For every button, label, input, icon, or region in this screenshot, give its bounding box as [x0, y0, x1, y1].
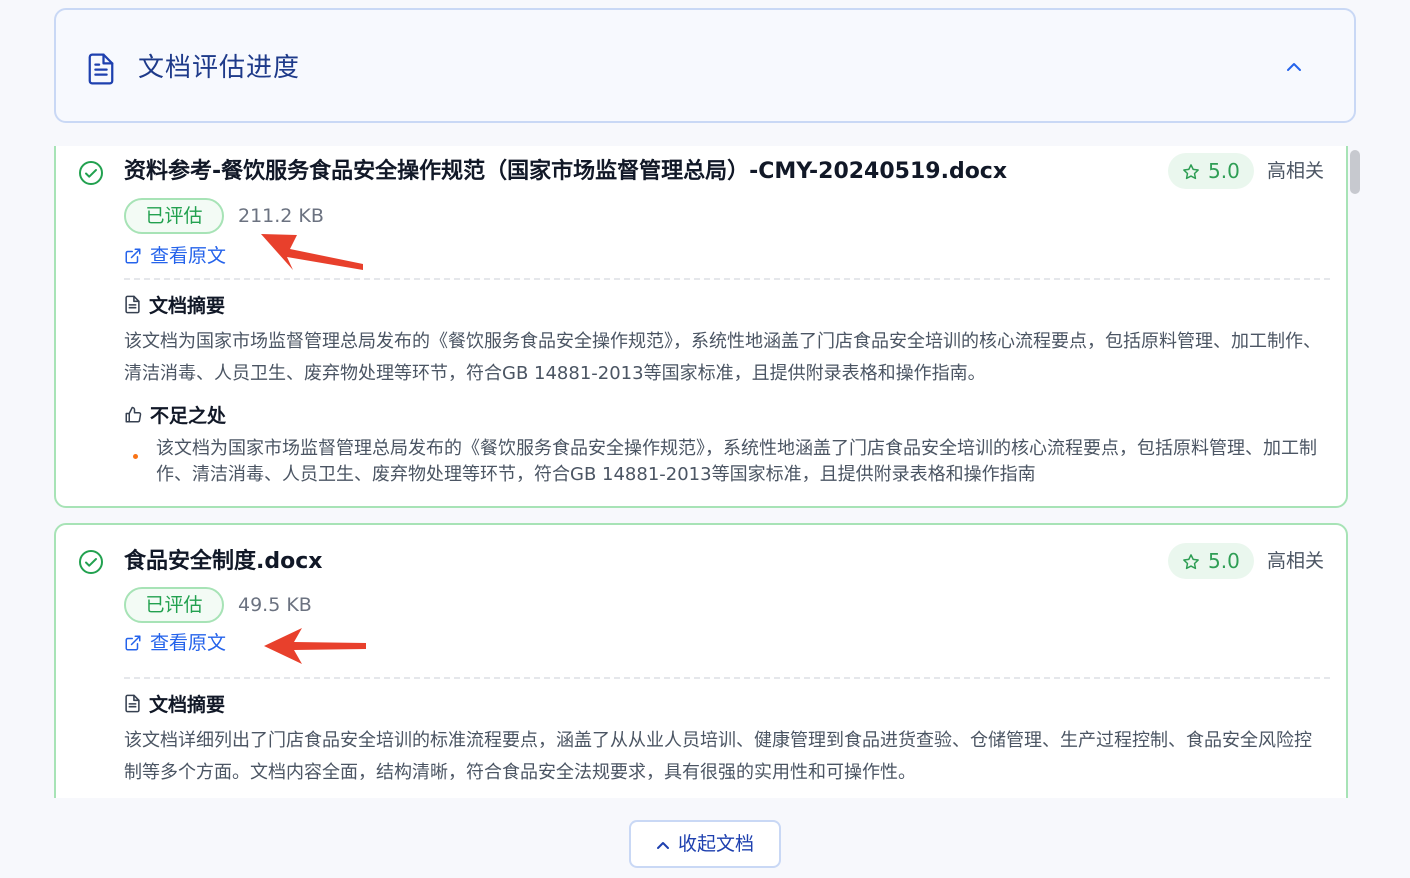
relevance-label: 高相关 — [1267, 160, 1325, 182]
annotation-arrow — [261, 234, 363, 270]
bullet-dot — [133, 454, 138, 459]
external-link-icon — [125, 248, 141, 264]
weakness-item: 该文档为国家市场监督管理总局发布的《餐饮服务食品安全操作规范》，系统性地涵盖了门… — [156, 438, 1317, 485]
summary-text: 该文档详细列出了门店食品安全培训的标准流程要点，涵盖了从从业人员培训、健康管理到… — [124, 730, 1312, 783]
view-original-link[interactable]: 查看原文 — [124, 629, 226, 657]
divider — [124, 278, 1330, 280]
check-circle-icon — [78, 549, 104, 579]
document-card: 资料参考-餐饮服务食品安全操作规范（国家市场监督管理总局）-CMY-202405… — [54, 146, 1348, 508]
score-value: 5.0 — [1208, 159, 1240, 183]
file-text-icon — [125, 694, 140, 713]
score-badge: 5.0 — [1168, 543, 1254, 579]
relevance-label: 高相关 — [1267, 550, 1325, 572]
collapse-documents-button[interactable]: 收起文档 — [629, 820, 781, 868]
page-title: 文档评估进度 — [138, 53, 301, 83]
status-badge: 已评估 — [124, 587, 224, 623]
document-card: 食品安全制度.docx 5.0 高相关 已评估 49.5 KB 查看原文 文档摘… — [54, 523, 1348, 798]
score-badge: 5.0 — [1168, 153, 1254, 189]
summary-text: 该文档为国家市场监督管理总局发布的《餐饮服务食品安全操作规范》，系统性地涵盖了门… — [124, 331, 1321, 384]
view-original-link[interactable]: 查看原文 — [124, 242, 226, 270]
summary-section-title: 文档摘要 — [124, 292, 225, 320]
weakness-section-title: 不足之处 — [124, 402, 226, 430]
document-icon — [86, 52, 116, 90]
divider — [124, 677, 1330, 679]
chevron-up-icon[interactable] — [1284, 57, 1304, 81]
scrollbar[interactable] — [1350, 146, 1360, 798]
thumbs-up-icon — [125, 406, 142, 423]
scrollbar-thumb[interactable] — [1350, 150, 1360, 194]
evaluation-progress-header[interactable]: 文档评估进度 — [54, 8, 1356, 123]
view-original-label: 查看原文 — [150, 632, 227, 654]
document-list[interactable]: 资料参考-餐饮服务食品安全操作规范（国家市场监督管理总局）-CMY-202405… — [54, 146, 1360, 798]
star-icon — [1183, 554, 1199, 570]
score-value: 5.0 — [1208, 549, 1240, 573]
file-text-icon — [125, 295, 140, 314]
document-filename: 资料参考-餐饮服务食品安全操作规范（国家市场监督管理总局）-CMY-202405… — [124, 159, 1008, 184]
collapse-button-label: 收起文档 — [677, 833, 754, 855]
external-link-icon — [125, 635, 141, 651]
status-badge: 已评估 — [124, 198, 224, 234]
file-size: 211.2 KB — [238, 205, 324, 227]
chevron-up-icon — [656, 842, 669, 849]
check-circle-icon — [78, 160, 104, 190]
view-original-label: 查看原文 — [150, 245, 227, 267]
star-icon — [1183, 164, 1199, 180]
document-filename: 食品安全制度.docx — [124, 549, 323, 574]
summary-section-title: 文档摘要 — [124, 691, 225, 719]
annotation-arrow — [264, 628, 366, 664]
file-size: 49.5 KB — [238, 594, 312, 616]
